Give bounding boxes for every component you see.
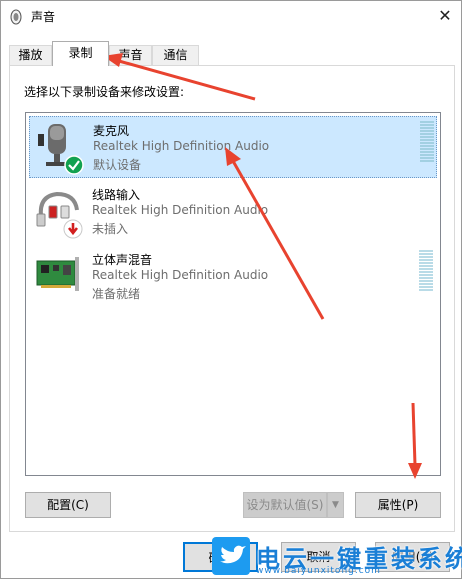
tab-communications[interactable]: 通信 <box>152 45 199 66</box>
device-item-microphone[interactable]: 麦克风 Realtek High Definition Audio 默认设备 <box>29 116 437 178</box>
title-bar: 声音 ✕ <box>1 1 461 32</box>
window-title: 声音 <box>31 10 56 24</box>
close-icon: ✕ <box>438 6 452 25</box>
device-status: 未插入 <box>92 222 129 236</box>
speaker-app-icon <box>10 9 22 25</box>
device-status: 准备就绪 <box>92 287 141 301</box>
set-default-dropdown[interactable]: ▼ <box>327 492 344 518</box>
device-name: 线路输入 <box>92 188 141 202</box>
check-badge-icon <box>64 155 84 175</box>
watermark-url: www.baiyunxitong.com <box>256 566 381 576</box>
tab-sounds[interactable]: 声音 <box>109 45 152 66</box>
configure-button[interactable]: 配置(C) <box>25 492 111 518</box>
device-name: 立体声混音 <box>92 253 153 267</box>
chevron-down-icon: ▼ <box>332 500 339 510</box>
device-list[interactable]: 麦克风 Realtek High Definition Audio 默认设备 线… <box>25 112 441 476</box>
device-driver: Realtek High Definition Audio <box>92 203 269 217</box>
sound-dialog: 声音 ✕ 播放 录制 声音 通信 选择以下录制设备来修改设置: 麦克风 Real… <box>0 0 462 579</box>
sound-card-icon <box>36 257 79 291</box>
device-name: 麦克风 <box>93 124 130 138</box>
device-driver: Realtek High Definition Audio <box>92 268 269 282</box>
level-meter <box>419 250 433 292</box>
level-meter <box>420 121 434 163</box>
device-item-line-in[interactable]: 线路输入 Realtek High Definition Audio 未插入 <box>29 181 437 243</box>
recording-panel: 选择以下录制设备来修改设置: 麦克风 Realtek High Definiti… <box>9 65 455 532</box>
device-driver: Realtek High Definition Audio <box>93 139 270 153</box>
close-button[interactable]: ✕ <box>433 5 457 27</box>
tab-playback[interactable]: 播放 <box>9 45 52 66</box>
device-status: 默认设备 <box>93 158 142 172</box>
bird-logo-icon <box>212 537 250 575</box>
instruction-text: 选择以下录制设备来修改设置: <box>24 85 185 99</box>
tab-recording[interactable]: 录制 <box>52 41 109 66</box>
watermark: 电云一键重装系统 www.baiyunxitong.com <box>212 537 462 579</box>
unplugged-badge-icon <box>63 219 83 239</box>
properties-button[interactable]: 属性(P) <box>355 492 441 518</box>
device-item-stereo-mix[interactable]: 立体声混音 Realtek High Definition Audio 准备就绪 <box>29 246 437 308</box>
set-default-button[interactable]: 设为默认值(S) <box>243 492 327 518</box>
